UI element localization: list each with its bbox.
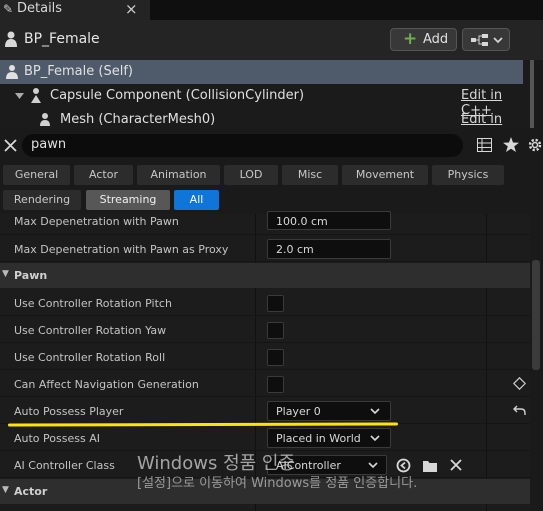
can-affect-navigation-checkbox[interactable] [267,376,284,393]
category-actor[interactable]: Actor [74,165,133,185]
search-input-value: pawn [31,137,67,152]
pawn-icon [6,65,18,79]
property-label: Auto Possess AI [14,432,100,445]
property-label: Use Controller Rotation Roll [14,351,166,364]
details-tab-icon: ✎ [3,2,14,16]
chevron-down-icon [493,37,503,44]
tree-item-self[interactable]: BP_Female (Self) [0,60,523,84]
property-row-max-depen-pawn: Max Depenetration with Pawn 100.0 cm [0,208,530,235]
property-label: Auto Possess Player [14,405,124,418]
search-input[interactable] [22,134,463,157]
details-tab-label: Details [17,1,63,16]
clear-search-icon[interactable] [4,139,17,152]
dropdown-value: Player 0 [276,405,321,418]
tree-item-label: BP_Female (Self) [24,64,133,79]
category-all[interactable]: All [174,190,219,210]
section-label: Actor [14,485,48,498]
hierarchy-icon [471,34,488,46]
category-general[interactable]: General [3,165,70,185]
section-label: Pawn [14,269,48,282]
details-tab[interactable]: ✎ Details × [0,0,150,20]
plus-icon: + [403,29,418,49]
property-row: Use Controller Rotation Roll [0,343,530,370]
property-row-auto-possess-player: Auto Possess Player Player 0 [0,397,530,424]
close-tab-icon[interactable]: × [125,0,138,18]
tree-item-label: Mesh (CharacterMesh0) [60,112,216,127]
chevron-down-icon [370,408,380,415]
use-controller-rotation-pitch-checkbox[interactable] [267,295,284,312]
chevron-down-icon [368,462,378,469]
property-label: Max Depenetration with Pawn [14,215,179,228]
section-pawn[interactable]: ▼ Pawn [0,263,530,288]
category-rendering[interactable]: Rendering [3,190,81,210]
category-physics[interactable]: Physics [432,165,504,185]
category-lod[interactable]: LOD [224,165,278,185]
reset-to-default-icon[interactable] [513,405,526,416]
dropdown-value: Placed in World [276,432,361,445]
expand-arrow-icon[interactable] [15,93,24,99]
property-row-auto-possess-ai: Auto Possess AI Placed in World [0,424,530,451]
use-controller-rotation-yaw-checkbox[interactable] [267,322,284,339]
mesh-icon [40,113,50,126]
property-row: Can Affect Navigation Generation [0,370,530,397]
collapse-arrow-icon: ▼ [2,485,9,495]
gear-icon[interactable] [527,137,543,153]
max-depen-proxy-field[interactable]: 2.0 cm [267,239,391,259]
property-label: AI Controller Class [14,459,115,472]
property-row: Use Controller Rotation Pitch [0,289,530,316]
property-label: Use Controller Rotation Pitch [14,297,172,310]
property-row-max-depen-proxy: Max Depenetration with Pawn as Proxy 2.0… [0,235,530,262]
property-row: Use Controller Rotation Yaw [0,316,530,343]
property-label: Use Controller Rotation Yaw [14,324,167,337]
add-button-label: Add [423,32,449,47]
blueprint-options-button[interactable] [462,28,510,51]
use-controller-rotation-roll-checkbox[interactable] [267,349,284,366]
max-depen-pawn-field[interactable]: 100.0 cm [267,211,391,230]
capsule-icon [31,88,41,103]
tree-item-mesh[interactable]: Mesh (CharacterMesh0) Edit in C++ [0,108,523,128]
table-view-icon[interactable] [477,138,492,152]
clear-icon[interactable] [450,459,462,471]
blueprint-title: BP_Female [24,31,100,47]
property-scrollbar-thumb[interactable] [532,260,540,370]
category-streaming[interactable]: Streaming [86,190,170,210]
property-label: Can Affect Navigation Generation [14,378,199,391]
activation-watermark-subtitle: [설정]으로 이동하여 Windows를 정품 인증합니다. [137,476,418,491]
browse-folder-icon[interactable] [422,458,438,473]
star-icon[interactable] [503,137,519,152]
auto-possess-ai-dropdown[interactable]: Placed in World [267,428,391,448]
tree-scrollbar[interactable] [530,60,534,128]
pawn-icon [5,31,17,47]
collapse-arrow-icon: ▼ [2,269,9,279]
property-label: Max Depenetration with Pawn as Proxy [14,243,229,256]
auto-possess-player-dropdown[interactable]: Player 0 [267,401,391,421]
add-component-button[interactable]: + Add [390,28,457,51]
category-misc[interactable]: Misc [282,165,338,185]
diamond-icon[interactable] [513,377,526,390]
use-selected-asset-icon[interactable] [396,458,411,473]
chevron-down-icon [370,435,380,442]
tree-item-label: Capsule Component (CollisionCylinder) [50,88,305,103]
tree-item-capsule[interactable]: Capsule Component (CollisionCylinder) Ed… [0,84,523,118]
edit-in-cpp-link[interactable]: Edit in C++ [461,112,523,128]
category-movement[interactable]: Movement [342,165,428,185]
category-animation[interactable]: Animation [137,165,220,185]
